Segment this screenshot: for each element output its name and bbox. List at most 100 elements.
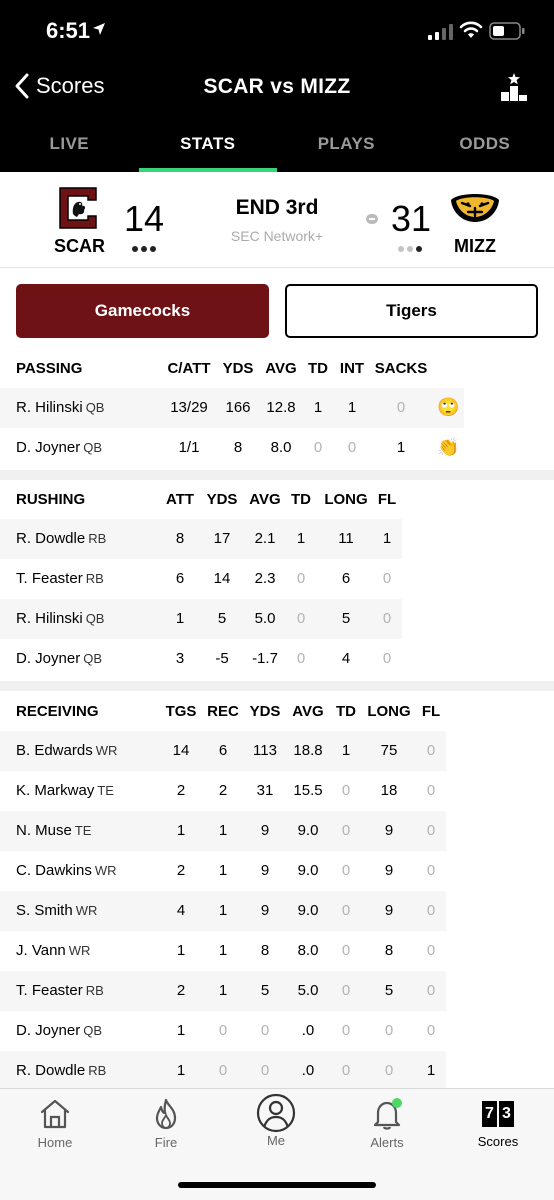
tab-plays[interactable]: PLAYS: [277, 118, 416, 172]
tab-alerts[interactable]: Alerts: [342, 1097, 432, 1150]
gamecocks-button[interactable]: Gamecocks: [16, 284, 269, 338]
stat-cell: 8.0: [297, 942, 319, 959]
stat-cell: 0: [426, 742, 436, 759]
receiving-header: RECEIVING TGS REC YDS AVG TD LONG FL: [0, 691, 554, 731]
column-header: TGS: [165, 703, 197, 720]
stat-cell: 4: [341, 650, 351, 667]
stat-cell: 9.0: [297, 902, 319, 919]
stat-cell: 5.0: [297, 982, 319, 999]
clapping-hands-emoji-icon[interactable]: 👏: [437, 437, 459, 458]
tab-live[interactable]: LIVE: [0, 118, 139, 172]
stat-cell: 1: [176, 822, 186, 839]
battery-icon: [489, 22, 525, 40]
tab-me[interactable]: Me: [231, 1093, 321, 1148]
home-timeouts: [132, 246, 156, 252]
page-title: SCAR vs MIZZ: [203, 75, 351, 98]
table-row[interactable]: N. Muse TE 1 1 9 9.0 0 9 0: [0, 811, 554, 851]
home-indicator: [178, 1182, 376, 1188]
table-row[interactable]: T. Feaster RB 6 14 2.3 0 6 0: [0, 559, 554, 599]
section-title: RECEIVING: [16, 703, 99, 720]
standings-icon[interactable]: [500, 72, 528, 102]
player-name: C. Dawkins WR: [16, 862, 117, 879]
table-row[interactable]: R. Dowdle RB 8 17 2.1 1 11 1: [0, 519, 554, 559]
table-row[interactable]: T. Feaster RB 2 1 5 5.0 0 5 0: [0, 971, 554, 1011]
game-tabs: LIVE STATS PLAYS ODDS: [0, 118, 554, 172]
section-title: PASSING: [16, 360, 83, 377]
tab-home[interactable]: Home: [10, 1097, 100, 1150]
stat-cell: 0: [296, 570, 306, 587]
tab-fire[interactable]: Fire: [121, 1097, 211, 1150]
player-name: S. Smith WR: [16, 902, 98, 919]
stat-cell: 6: [175, 570, 185, 587]
stat-cell: 1: [218, 822, 228, 839]
table-row[interactable]: R. Hilinski QB 1 5 5.0 0 5 0: [0, 599, 554, 639]
stat-cell: 1: [218, 942, 228, 959]
stat-cell: 0: [426, 862, 436, 879]
table-row[interactable]: R. Hilinski QB 13/29 166 12.8 1 1 0 🙄: [0, 388, 554, 428]
scores-icon: 73: [453, 1101, 543, 1127]
stat-cell: 11: [338, 530, 354, 547]
column-header: LONG: [324, 491, 368, 508]
stat-cell: 2: [218, 782, 228, 799]
table-row[interactable]: S. Smith WR 4 1 9 9.0 0 9 0: [0, 891, 554, 931]
stat-cell: 9: [260, 862, 270, 879]
tab-label: Alerts: [370, 1135, 404, 1150]
column-header: REC: [207, 703, 239, 720]
stat-cell: 9.0: [297, 822, 319, 839]
table-row[interactable]: C. Dawkins WR 2 1 9 9.0 0 9 0: [0, 851, 554, 891]
stat-cell: 5: [260, 982, 270, 999]
passing-header: PASSING C/ATT YDS AVG TD INT SACKS: [0, 348, 554, 388]
table-row[interactable]: B. Edwards WR 14 6 113 18.8 1 75 0: [0, 731, 554, 771]
stat-cell: 0: [426, 982, 436, 999]
stat-cell: 0: [341, 1022, 351, 1039]
player-name: B. Edwards WR: [16, 742, 118, 759]
table-row[interactable]: K. Markway TE 2 2 31 15.5 0 18 0: [0, 771, 554, 811]
player-name: D. Joyner QB: [16, 439, 102, 456]
tab-label: Fire: [154, 1135, 178, 1150]
column-header: AVG: [265, 360, 297, 377]
stat-cell: 0: [426, 902, 436, 919]
table-row[interactable]: J. Vann WR 1 1 8 8.0 0 8 0: [0, 931, 554, 971]
stat-cell: -1.7: [252, 650, 278, 667]
player-name: N. Muse TE: [16, 822, 92, 839]
wifi-icon: [459, 21, 483, 38]
stat-cell: 0: [341, 782, 351, 799]
table-row[interactable]: D. Joyner QB 1 0 0 .0 0 0 0: [0, 1011, 554, 1051]
column-header: YDS: [206, 491, 238, 508]
table-row[interactable]: R. Dowdle RB 1 0 0 .0 0 0 1: [0, 1051, 554, 1091]
stat-cell: 5: [217, 610, 227, 627]
section-divider: [0, 681, 554, 691]
team-toggle: Gamecocks Tigers: [16, 284, 538, 340]
player-name: K. Markway TE: [16, 782, 114, 799]
player-name: R. Dowdle RB: [16, 530, 107, 547]
home-icon: [40, 1099, 70, 1129]
status-bar: 6:51: [0, 0, 554, 62]
stat-cell: 8: [260, 942, 270, 959]
stat-cell: 2.3: [254, 570, 276, 587]
status-time: 6:51: [46, 18, 91, 43]
tab-odds[interactable]: ODDS: [416, 118, 554, 172]
eye-roll-emoji-icon[interactable]: 🙄: [437, 397, 459, 418]
tigers-button[interactable]: Tigers: [285, 284, 538, 338]
column-header: FL: [421, 703, 441, 720]
stat-cell: 75: [380, 742, 398, 759]
table-row[interactable]: D. Joyner QB 1/1 8 8.0 0 0 1 👏: [0, 428, 554, 468]
stat-cell: 3: [175, 650, 185, 667]
bell-icon: [373, 1098, 402, 1130]
stat-cell: 0: [341, 862, 351, 879]
stat-cell: 1: [382, 530, 392, 547]
stat-cell: 0: [426, 942, 436, 959]
stat-cell: 4: [176, 902, 186, 919]
tab-scores[interactable]: 73 Scores: [453, 1097, 543, 1149]
table-row[interactable]: D. Joyner QB 3 -5 -1.7 0 4 0: [0, 639, 554, 679]
stat-cell: .0: [301, 1022, 315, 1039]
stat-cell: 2: [176, 982, 186, 999]
navigation-bar: Scores SCAR vs MIZZ: [0, 66, 554, 110]
tab-stats[interactable]: STATS: [138, 118, 278, 172]
stat-cell: 9: [260, 902, 270, 919]
stat-cell: 1: [176, 1022, 186, 1039]
stat-cell: 13/29: [170, 399, 208, 416]
stat-cell: 1: [218, 862, 228, 879]
stat-cell: 0: [260, 1022, 270, 1039]
stat-cell: 0: [396, 399, 406, 416]
